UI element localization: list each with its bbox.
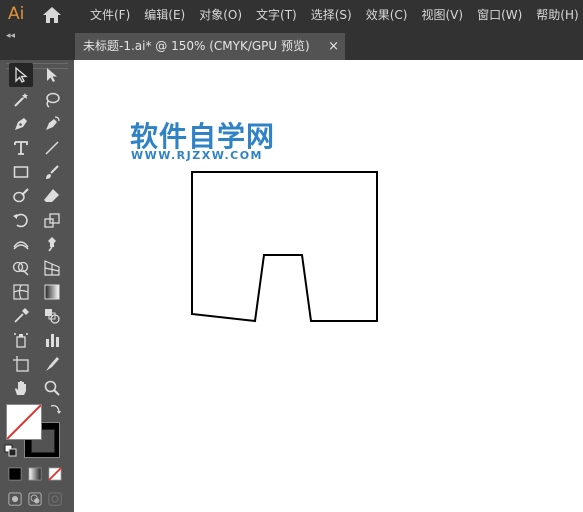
- column-graph-tool-icon[interactable]: [40, 328, 64, 352]
- artboard-canvas[interactable]: 软件自学网 WWW.RJZXW.COM: [74, 60, 583, 512]
- hand-tool-icon[interactable]: [9, 376, 33, 400]
- direct-selection-tool-icon[interactable]: [40, 63, 64, 87]
- gradient-mode-icon[interactable]: [26, 465, 44, 483]
- menu-bar: Ai 文件(F) 编辑(E) 对象(O) 文字(T) 选择(S) 效果(C) 视…: [0, 0, 583, 30]
- menu-help[interactable]: 帮助(H): [529, 0, 583, 30]
- menu-items: 文件(F) 编辑(E) 对象(O) 文字(T) 选择(S) 效果(C) 视图(V…: [83, 0, 583, 30]
- draw-behind-icon[interactable]: [26, 490, 44, 508]
- shaper-tool-icon[interactable]: [9, 184, 33, 208]
- artwork-shape[interactable]: [74, 60, 583, 512]
- rectangle-tool-icon[interactable]: [9, 160, 33, 184]
- zoom-tool-icon[interactable]: [40, 376, 64, 400]
- magic-wand-tool-icon[interactable]: [9, 88, 33, 112]
- paintbrush-tool-icon[interactable]: [40, 160, 64, 184]
- gradient-tool-icon[interactable]: [40, 280, 64, 304]
- fill-none-slash-icon: [7, 405, 41, 439]
- scale-tool-icon[interactable]: [40, 208, 64, 232]
- draw-inside-icon[interactable]: [46, 490, 64, 508]
- document-tab-strip: ◂◂ 未标题-1.ai* @ 150% (CMYK/GPU 预览) ×: [0, 30, 583, 60]
- menu-object[interactable]: 对象(O): [192, 0, 249, 30]
- menu-view[interactable]: 视图(V): [414, 0, 470, 30]
- selection-tool-icon[interactable]: [9, 63, 33, 87]
- fill-swatch[interactable]: [6, 404, 42, 440]
- document-tab[interactable]: 未标题-1.ai* @ 150% (CMYK/GPU 预览) ×: [75, 33, 345, 60]
- symbol-sprayer-tool-icon[interactable]: [9, 328, 33, 352]
- document-tab-label: 未标题-1.ai* @ 150% (CMYK/GPU 预览): [83, 39, 310, 53]
- menu-effect[interactable]: 效果(C): [359, 0, 415, 30]
- none-mode-icon[interactable]: [46, 465, 64, 483]
- menu-type[interactable]: 文字(T): [249, 0, 304, 30]
- artboard-tool-icon[interactable]: [9, 352, 33, 376]
- menu-select[interactable]: 选择(S): [304, 0, 359, 30]
- rotate-tool-icon[interactable]: [9, 208, 33, 232]
- shape-builder-tool-icon[interactable]: [9, 256, 33, 280]
- mesh-tool-icon[interactable]: [9, 280, 33, 304]
- draw-normal-icon[interactable]: [6, 490, 24, 508]
- lasso-tool-icon[interactable]: [40, 88, 64, 112]
- home-icon[interactable]: [42, 6, 62, 24]
- eyedropper-tool-icon[interactable]: [9, 304, 33, 328]
- blend-tool-icon[interactable]: [40, 304, 64, 328]
- pen-tool-icon[interactable]: [9, 112, 33, 136]
- slice-tool-icon[interactable]: [40, 352, 64, 376]
- eraser-tool-icon[interactable]: [40, 184, 64, 208]
- collapse-panel-icon[interactable]: ◂◂: [6, 30, 15, 42]
- swap-fill-stroke-icon[interactable]: [48, 402, 62, 416]
- close-tab-icon[interactable]: ×: [328, 33, 339, 60]
- puppet-warp-tool-icon[interactable]: [40, 232, 64, 256]
- menu-window[interactable]: 窗口(W): [470, 0, 529, 30]
- width-tool-icon[interactable]: [9, 232, 33, 256]
- menu-edit[interactable]: 编辑(E): [137, 0, 192, 30]
- type-tool-icon[interactable]: [9, 136, 33, 160]
- default-fill-stroke-icon[interactable]: [4, 444, 18, 458]
- perspective-grid-tool-icon[interactable]: [40, 256, 64, 280]
- app-logo: Ai: [8, 4, 25, 24]
- color-mode-icon[interactable]: [6, 465, 24, 483]
- line-segment-tool-icon[interactable]: [40, 136, 64, 160]
- notched-square-path: [191, 171, 378, 323]
- curvature-tool-icon[interactable]: [40, 112, 64, 136]
- menu-file[interactable]: 文件(F): [83, 0, 137, 30]
- tools-panel: [0, 60, 74, 512]
